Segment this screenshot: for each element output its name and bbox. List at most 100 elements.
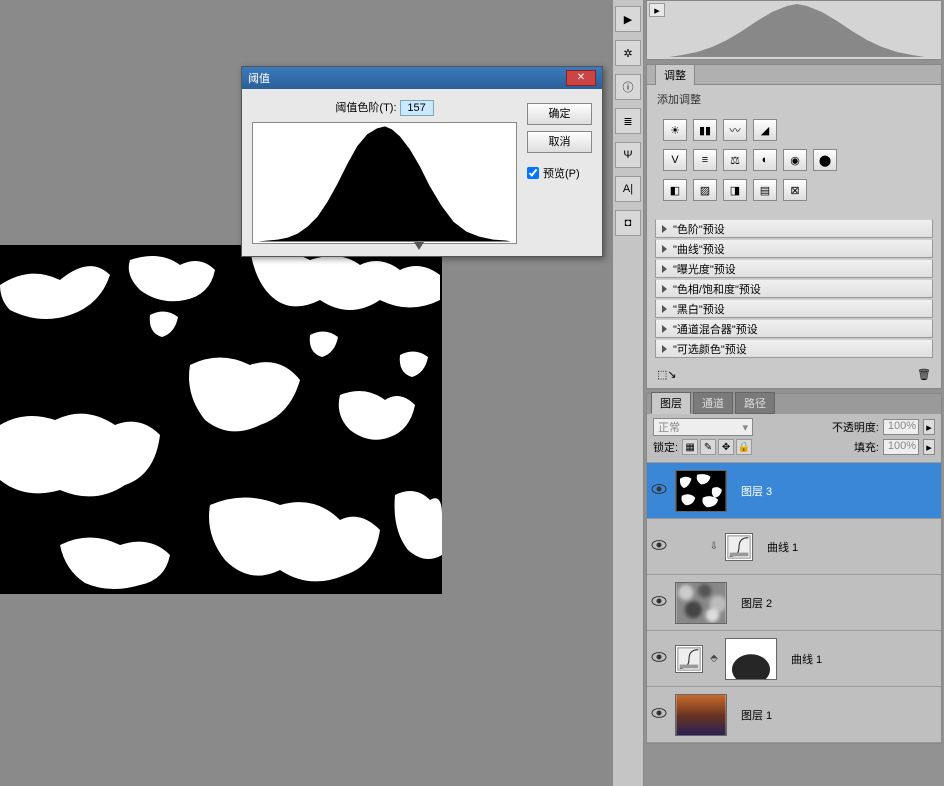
black-white-icon[interactable]: ◐ (753, 149, 777, 171)
brightness-contrast-icon[interactable]: ☀ (663, 119, 687, 141)
slider-thumb-icon[interactable] (414, 242, 424, 250)
threshold-icon[interactable]: ◨ (723, 179, 747, 201)
posterize-icon[interactable]: ▨ (693, 179, 717, 201)
layer-row[interactable]: 图层 1 (647, 687, 941, 743)
wheel-icon[interactable]: ✲ (615, 40, 641, 66)
layer-row[interactable]: ⬘曲线 1 (647, 631, 941, 687)
lock-pixels-icon[interactable]: ✎ (700, 439, 716, 455)
lock-label: 锁定: (653, 439, 678, 455)
threshold-slider[interactable] (252, 244, 517, 254)
fill-input[interactable]: 100% (883, 439, 919, 455)
close-icon[interactable]: ✕ (566, 70, 596, 86)
vibrance-icon[interactable]: V (663, 149, 687, 171)
visibility-icon[interactable] (651, 595, 667, 607)
trash-icon[interactable]: 🗑 (917, 368, 931, 386)
threshold-label: 阈值色阶(T): (335, 102, 396, 114)
preset-item[interactable]: "色阶"预设 (655, 219, 933, 238)
layer-name[interactable]: 图层 2 (741, 595, 772, 611)
add-adjustment-label: 添加调整 (647, 85, 941, 113)
expand-icon (662, 325, 667, 333)
preset-label: "色阶"预设 (673, 221, 725, 237)
fork-icon[interactable]: Ψ (615, 142, 641, 168)
dialog-title: 阈值 (248, 70, 270, 86)
layer-thumb[interactable] (675, 582, 727, 624)
adjustments-tab[interactable]: 调整 (655, 64, 695, 85)
collapsed-panel-dock: ▶ ✲ ⓘ ≣ Ψ A| ◘ (612, 0, 644, 786)
lock-transparent-icon[interactable]: ▦ (682, 439, 698, 455)
levels-icon[interactable]: ▮▮ (693, 119, 717, 141)
layer-thumb[interactable] (675, 694, 727, 736)
hue-saturation-icon[interactable]: ≡ (693, 149, 717, 171)
adjustment-thumb[interactable] (675, 645, 703, 673)
preset-item[interactable]: "通道混合器"预设 (655, 319, 933, 338)
layer-name[interactable]: 图层 3 (741, 483, 772, 499)
preset-item[interactable]: "色相/饱和度"预设 (655, 279, 933, 298)
visibility-icon[interactable] (651, 707, 667, 719)
selective-color-icon[interactable]: ⊠ (783, 179, 807, 201)
fill-label: 填充: (854, 439, 879, 455)
layer-name[interactable]: 曲线 1 (767, 539, 798, 555)
expand-icon (662, 305, 667, 313)
layer-name[interactable]: 曲线 1 (791, 651, 822, 667)
preset-label: "曲线"预设 (673, 241, 725, 257)
invert-icon[interactable]: ◧ (663, 179, 687, 201)
tab-layers[interactable]: 图层 (651, 392, 691, 414)
preset-label: "曝光度"预设 (673, 261, 736, 277)
layers-panel: 图层 通道 路径 正常▾ 不透明度: 100% ▸ 锁定: ▦ ✎ ✥ 🔒 (646, 393, 942, 744)
lock-all-icon[interactable]: 🔒 (736, 439, 752, 455)
expand-icon (662, 285, 667, 293)
ok-button[interactable]: 确定 (527, 103, 592, 125)
ruler-icon[interactable]: ≣ (615, 108, 641, 134)
preset-item[interactable]: "曲线"预设 (655, 239, 933, 258)
opacity-label: 不透明度: (832, 419, 879, 435)
clip-icon[interactable]: ⬚↘ (657, 368, 677, 386)
color-balance-icon[interactable]: ⚖ (723, 149, 747, 171)
preset-item[interactable]: "可选颜色"预设 (655, 339, 933, 358)
expand-icon (662, 265, 667, 273)
tab-channels[interactable]: 通道 (693, 392, 733, 414)
dialog-titlebar[interactable]: 阈值 ✕ (242, 67, 602, 89)
blend-mode-select[interactable]: 正常▾ (653, 418, 753, 436)
opacity-input[interactable]: 100% (883, 419, 919, 435)
tab-paths[interactable]: 路径 (735, 392, 775, 414)
right-panels: ▸ 调整 添加调整 ☀ ▮▮ 〰 ◢ V ≡ ⚖ ◐ ◉ ⬤ (644, 0, 944, 786)
text-icon[interactable]: A| (615, 176, 641, 202)
photo-filter-icon[interactable]: ◉ (783, 149, 807, 171)
layer-row[interactable]: ⇩ 曲线 1 (647, 519, 941, 575)
fill-arrow-icon[interactable]: ▸ (923, 439, 935, 455)
expand-icon (662, 345, 667, 353)
layer-thumb[interactable] (675, 470, 727, 512)
mask-thumb[interactable] (725, 638, 777, 680)
opacity-arrow-icon[interactable]: ▸ (923, 419, 935, 435)
play-icon[interactable]: ▶ (615, 6, 641, 32)
histogram-panel: ▸ (646, 0, 942, 60)
visibility-icon[interactable] (651, 651, 667, 663)
preset-item[interactable]: "黑白"预设 (655, 299, 933, 318)
camera-icon[interactable]: ◘ (615, 210, 641, 236)
info-icon[interactable]: ⓘ (615, 74, 641, 100)
exposure-icon[interactable]: ◢ (753, 119, 777, 141)
document-canvas[interactable] (0, 245, 442, 594)
curves-icon[interactable]: 〰 (723, 119, 747, 141)
preset-label: "可选颜色"预设 (673, 341, 747, 357)
preset-item[interactable]: "曝光度"预设 (655, 259, 933, 278)
layers-tabs: 图层 通道 路径 (647, 394, 941, 414)
threshold-value-input[interactable]: 157 (400, 100, 434, 116)
layer-name[interactable]: 图层 1 (741, 707, 772, 723)
lock-position-icon[interactable]: ✥ (718, 439, 734, 455)
panel-menu-icon[interactable]: ▸ (649, 3, 665, 17)
chain-icon: ⇩ (709, 541, 719, 552)
channel-mixer-icon[interactable]: ⬤ (813, 149, 837, 171)
gradient-map-icon[interactable]: ▤ (753, 179, 777, 201)
layer-row[interactable]: 图层 3 (647, 463, 941, 519)
preview-checkbox[interactable] (527, 167, 539, 179)
adjustment-thumb[interactable] (725, 533, 753, 561)
cancel-button[interactable]: 取消 (527, 131, 592, 153)
preset-label: "色相/饱和度"预设 (673, 281, 761, 297)
visibility-icon[interactable] (651, 483, 667, 495)
preview-label: 预览(P) (543, 165, 580, 181)
adjustments-panel: 调整 添加调整 ☀ ▮▮ 〰 ◢ V ≡ ⚖ ◐ ◉ ⬤ ◧ ▨ ◨ ▤ (646, 64, 942, 389)
adjustments-tab-bar: 调整 (647, 65, 941, 85)
layer-row[interactable]: 图层 2 (647, 575, 941, 631)
visibility-icon[interactable] (651, 539, 667, 551)
